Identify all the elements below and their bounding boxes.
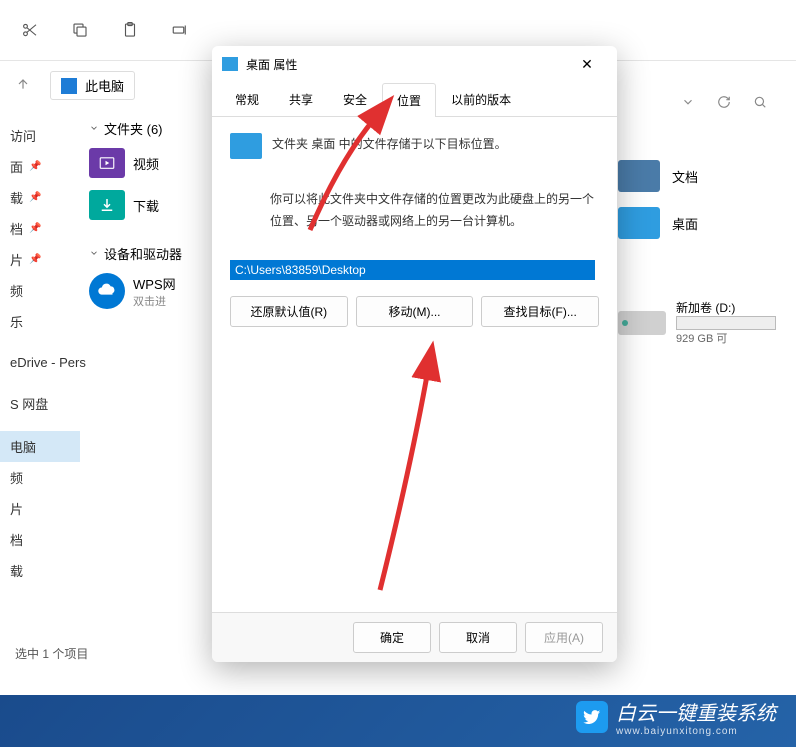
tab-general[interactable]: 常规 [220,82,274,116]
sidebar-item-thispc[interactable]: 电脑 [0,431,80,462]
tree-panel: 文件夹 (6) 视频 下载 设备和驱动器 WPS网 双击进 [80,110,210,727]
drive-d[interactable]: 新加卷 (D:) 929 GB 可 [618,299,776,346]
tab-previous[interactable]: 以前的版本 [436,82,526,116]
tab-sharing[interactable]: 共享 [274,82,328,116]
sidebar-item-onedrive[interactable]: eDrive - Pers [0,349,80,376]
paste-icon[interactable] [120,20,140,40]
right-documents[interactable]: 文档 [618,160,776,192]
rename-icon[interactable] [170,20,190,40]
nav-up-icon[interactable] [15,76,35,96]
sidebar-item-videos2[interactable]: 频 [0,462,80,493]
path-input[interactable]: C:\Users\83859\Desktop [230,260,595,280]
dialog-title: 桌面 属性 [246,56,567,73]
right-pane: 文档 桌面 新加卷 (D:) 929 GB 可 [618,160,776,346]
tab-security[interactable]: 安全 [328,82,382,116]
tree-folders-header[interactable]: 文件夹 (6) [85,115,205,142]
sidebar-item-pictures2[interactable]: 片 [0,493,80,524]
pin-icon: 📌 [29,161,41,172]
cancel-button[interactable]: 取消 [439,622,517,653]
chevron-down-icon [89,246,99,261]
move-button[interactable]: 移动(M)... [356,296,474,327]
sidebar: 访问 面📌 载📌 档📌 片📌 频 乐 eDrive - Pers S 网盘 电脑… [0,110,80,727]
watermark-url: www.baiyunxitong.com [616,726,776,737]
dialog-titlebar[interactable]: 桌面 属性 ✕ [212,46,617,82]
pin-icon: 📌 [29,254,41,265]
sidebar-item-wps[interactable]: S 网盘 [0,388,80,419]
sidebar-item-downloads2[interactable]: 载 [0,555,80,586]
sidebar-item-desktop[interactable]: 面📌 [0,151,80,182]
tab-strip: 常规 共享 安全 位置 以前的版本 [212,82,617,117]
folder-icon [222,57,238,71]
tab-location[interactable]: 位置 [382,83,436,117]
cloud-icon [89,273,125,309]
watermark-text: 白云一键重装系统 [616,697,776,726]
pc-icon [61,78,77,94]
find-target-button[interactable]: 查找目标(F)... [481,296,599,327]
chevron-down-icon [89,121,99,136]
right-desktop[interactable]: 桌面 [618,207,776,239]
search-icon[interactable] [753,95,771,113]
apply-button[interactable]: 应用(A) [525,622,603,653]
sidebar-item-downloads[interactable]: 载📌 [0,182,80,213]
address-bar[interactable]: 此电脑 [50,71,135,100]
video-folder-icon [89,148,125,178]
dialog-body: 文件夹 桌面 中的文件存储于以下目标位置。 你可以将此文件夹中文件存储的位置更改… [212,117,617,612]
pin-icon: 📌 [29,223,41,234]
sidebar-item-videos[interactable]: 频 [0,275,80,306]
sidebar-item-documents[interactable]: 档📌 [0,213,80,244]
restore-default-button[interactable]: 还原默认值(R) [230,296,348,327]
sidebar-item-quick[interactable]: 访问 [0,120,80,151]
description-text: 你可以将此文件夹中文件存储的位置更改为此硬盘上的另一个位置、另一个驱动器或网络上… [270,189,599,232]
close-button[interactable]: ✕ [567,49,607,79]
drive-icon [618,311,666,335]
copy-icon[interactable] [70,20,90,40]
folder-videos[interactable]: 视频 [85,142,205,184]
info-text: 文件夹 桌面 中的文件存储于以下目标位置。 [272,133,507,154]
download-folder-icon [89,190,125,220]
dialog-footer: 确定 取消 应用(A) [212,612,617,662]
desktop-icon [230,133,262,159]
tree-devices-header[interactable]: 设备和驱动器 [85,240,205,267]
drive-usage-bar [676,316,776,330]
cut-icon[interactable] [20,20,40,40]
ok-button[interactable]: 确定 [353,622,431,653]
folder-downloads[interactable]: 下载 [85,184,205,226]
sidebar-item-music[interactable]: 乐 [0,306,80,337]
address-text: 此电脑 [85,76,124,95]
pin-icon: 📌 [29,192,41,203]
wps-drive[interactable]: WPS网 双击进 [85,267,205,315]
sidebar-item-documents2[interactable]: 档 [0,524,80,555]
documents-folder-icon [618,160,660,192]
right-controls [681,95,771,113]
watermark-icon [576,701,608,733]
desktop-folder-icon [618,207,660,239]
properties-dialog: 桌面 属性 ✕ 常规 共享 安全 位置 以前的版本 文件夹 桌面 中的文件存储于… [212,46,617,662]
sidebar-item-pictures[interactable]: 片📌 [0,244,80,275]
dropdown-icon[interactable] [681,95,699,113]
watermark: 白云一键重装系统 www.baiyunxitong.com [576,697,776,737]
refresh-icon[interactable] [717,95,735,113]
